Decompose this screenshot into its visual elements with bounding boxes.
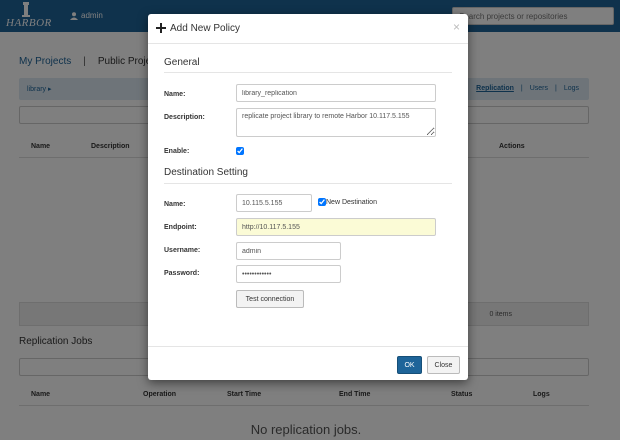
divider: [164, 72, 452, 73]
policy-name-label: Name:: [164, 91, 186, 98]
password-input[interactable]: [236, 265, 341, 283]
modal-header: Add New Policy ×: [148, 14, 468, 44]
close-button[interactable]: Close: [427, 356, 460, 374]
enable-label: Enable:: [164, 148, 190, 155]
description-label: Description:: [164, 114, 205, 121]
add-policy-modal: Add New Policy × General Name: Descripti…: [148, 14, 468, 380]
new-destination-label: New Destination: [326, 199, 377, 206]
username-label: Username:: [164, 247, 201, 254]
new-destination-checkbox[interactable]: [318, 198, 326, 206]
close-icon[interactable]: ×: [453, 20, 460, 34]
enable-checkbox[interactable]: [236, 147, 244, 155]
plus-icon: [156, 23, 166, 33]
ok-button[interactable]: OK: [397, 356, 422, 374]
general-heading: General: [164, 57, 200, 68]
destination-name-label: Name:: [164, 201, 186, 208]
policy-name-input[interactable]: [236, 84, 436, 102]
endpoint-input[interactable]: [236, 218, 436, 236]
destination-heading: Destination Setting: [164, 167, 248, 178]
modal-footer-divider: [148, 346, 468, 347]
divider: [164, 183, 452, 184]
modal-title: Add New Policy: [170, 23, 241, 34]
endpoint-label: Endpoint:: [164, 224, 197, 231]
description-textarea[interactable]: replicate project library to remote Harb…: [236, 108, 436, 137]
password-label: Password:: [164, 270, 200, 277]
destination-name-input[interactable]: [236, 194, 312, 212]
username-input[interactable]: [236, 242, 341, 260]
test-connection-button[interactable]: Test connection: [236, 290, 304, 308]
